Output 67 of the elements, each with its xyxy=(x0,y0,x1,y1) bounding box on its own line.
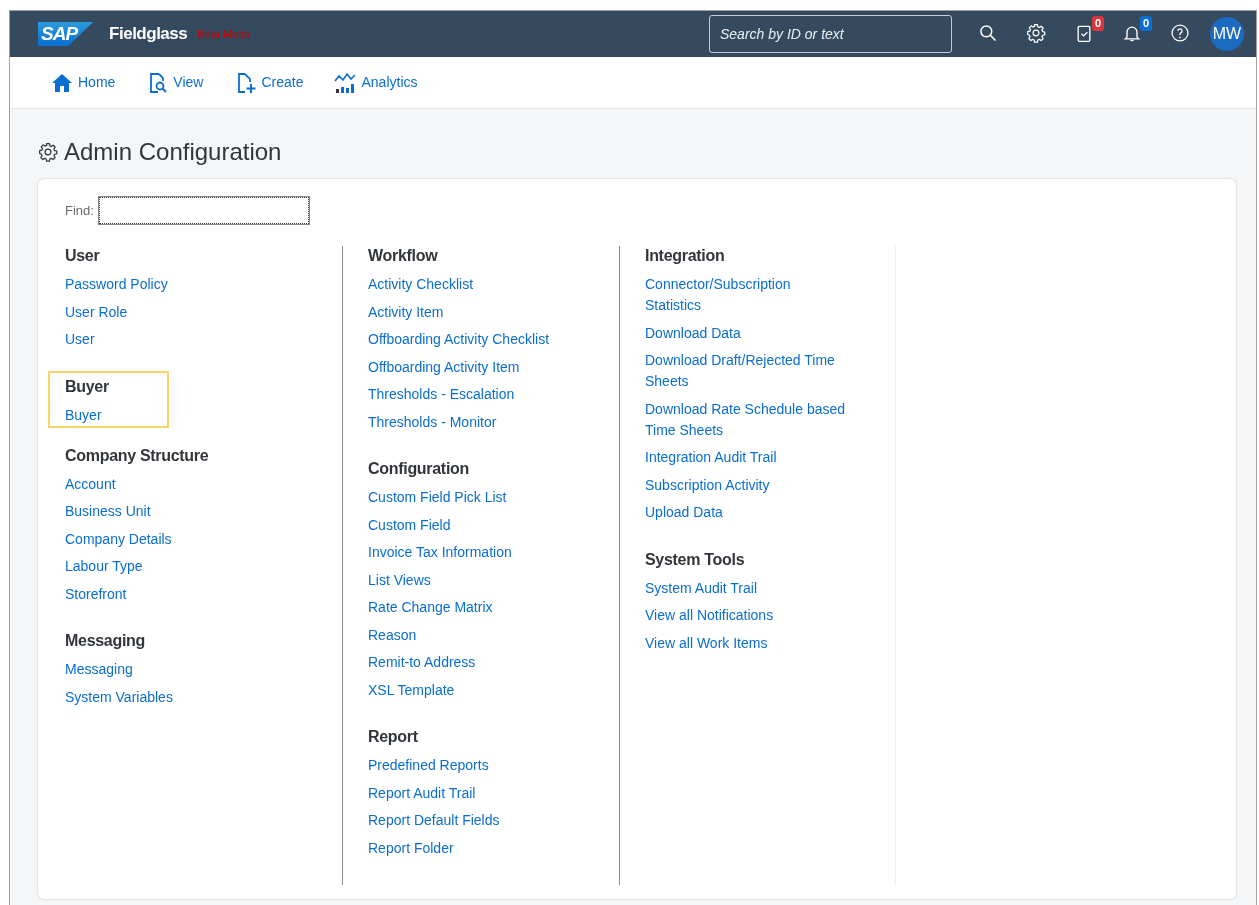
config-link[interactable]: Reason xyxy=(368,624,573,646)
config-link[interactable]: Business Unit xyxy=(65,501,270,522)
count-badge: 0 xyxy=(1139,15,1152,31)
config-link[interactable]: System Audit Trail xyxy=(645,577,850,599)
settings-icon[interactable] xyxy=(1026,22,1046,43)
config-link[interactable]: User xyxy=(65,329,270,350)
config-link[interactable]: Offboarding Activity Checklist xyxy=(368,329,573,350)
config-link[interactable]: User Role xyxy=(65,301,270,323)
config-link[interactable]: System Variables xyxy=(65,686,270,708)
search-field[interactable]: Search by ID or text xyxy=(709,14,952,53)
settings-icon xyxy=(38,142,58,163)
nav-link[interactable]: View xyxy=(145,70,204,95)
config-link[interactable]: Custom Field xyxy=(368,514,573,536)
user-avatar[interactable]: MW xyxy=(1210,16,1244,51)
config-link[interactable]: Activity Checklist xyxy=(368,274,573,295)
section-heading: Integration xyxy=(645,246,726,266)
search-icon[interactable] xyxy=(978,22,998,43)
config-link[interactable]: Password Policy xyxy=(65,274,270,295)
config-link[interactable]: Account xyxy=(65,473,270,495)
config-link[interactable]: Remit-to Address xyxy=(368,652,573,673)
product-name: Fieldglass xyxy=(109,23,188,46)
section-heading: User xyxy=(65,246,101,266)
config-link[interactable]: Integration Audit Trail xyxy=(645,447,850,468)
config-link[interactable]: Activity Item xyxy=(368,301,573,323)
count-badge: 0 xyxy=(1091,15,1104,31)
section-heading: System Tools xyxy=(645,549,746,570)
config-link[interactable]: XSL Template xyxy=(368,679,573,701)
config-link[interactable]: Download Data xyxy=(645,322,850,344)
config-link[interactable]: List Views xyxy=(368,569,573,591)
section-heading: Company Structure xyxy=(65,445,210,466)
nav-link[interactable]: Home xyxy=(50,70,116,95)
section-heading: Workflow xyxy=(368,246,439,266)
find-field[interactable] xyxy=(98,197,309,224)
config-link[interactable]: Thresholds - Escalation xyxy=(368,384,573,405)
config-link[interactable]: Report Default Fields xyxy=(368,810,573,831)
config-link[interactable]: Upload Data xyxy=(645,502,850,523)
config-link[interactable]: Download Rate Schedule based Time Sheets xyxy=(645,398,850,441)
config-link[interactable]: Download Draft/Rejected Time Sheets xyxy=(645,350,850,392)
config-link[interactable]: Messaging xyxy=(65,659,270,680)
section-heading: Buyer xyxy=(65,376,110,397)
config-link[interactable]: Custom Field Pick List xyxy=(368,487,573,508)
nav-link[interactable]: Analytics xyxy=(333,70,418,95)
section-heading: Report xyxy=(368,727,419,747)
nav-link[interactable]: Create xyxy=(233,70,304,95)
section-heading: Messaging xyxy=(65,631,146,651)
config-link[interactable]: View all Notifications xyxy=(645,605,850,626)
page-title: Admin Configuration xyxy=(64,137,282,167)
config-link[interactable]: Thresholds - Monitor xyxy=(368,411,573,433)
config-link[interactable]: Subscription Activity xyxy=(645,474,850,496)
config-link[interactable]: Company Details xyxy=(65,528,270,550)
section-heading: Configuration xyxy=(368,459,470,479)
config-link[interactable]: Report Folder xyxy=(368,837,573,859)
chart-icon xyxy=(333,70,358,95)
config-link[interactable]: Invoice Tax Information xyxy=(368,542,573,563)
logo[interactable]: SAP xyxy=(38,21,94,46)
find-label: Find: xyxy=(65,201,94,220)
config-link[interactable]: Predefined Reports xyxy=(368,755,573,776)
config-link[interactable]: Report Audit Trail xyxy=(368,782,573,804)
config-link[interactable]: Storefront xyxy=(65,583,270,605)
help-icon[interactable] xyxy=(1170,22,1190,43)
config-link[interactable]: View all Work Items xyxy=(645,632,850,654)
config-link[interactable]: Labour Type xyxy=(65,556,270,577)
config-link[interactable]: Offboarding Activity Item xyxy=(368,356,573,378)
mode-label: Beta Mode xyxy=(197,26,251,42)
config-link[interactable]: Connector/Subscription Statistics xyxy=(645,274,850,316)
config-link[interactable]: Rate Change Matrix xyxy=(368,597,573,618)
config-link[interactable]: Buyer xyxy=(65,404,167,426)
